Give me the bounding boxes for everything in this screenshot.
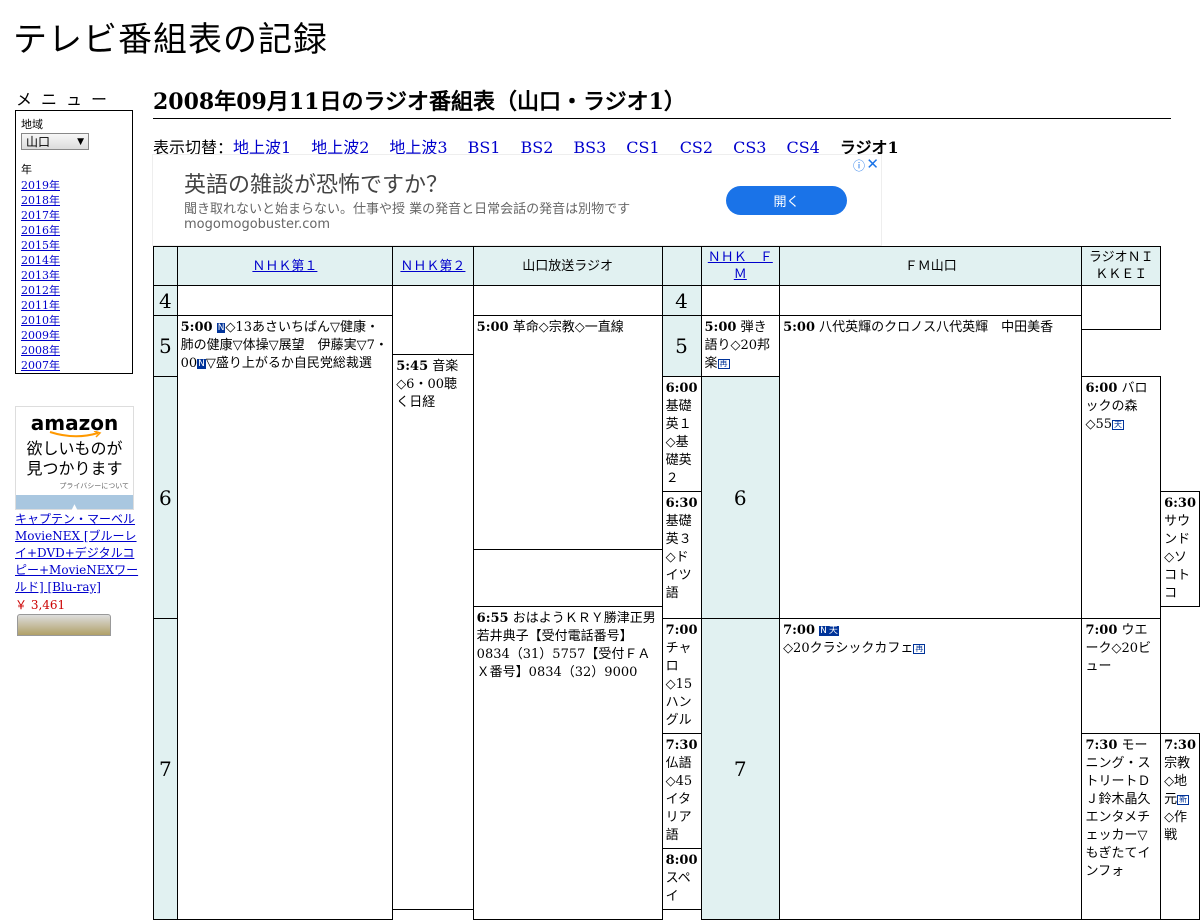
channel-header: ＦＭ山口: [779, 246, 1083, 286]
year-link[interactable]: 2008年: [21, 343, 127, 358]
program-cell[interactable]: 7:30 仏語◇45イタリア語: [661, 733, 702, 849]
year-label: 年: [21, 163, 32, 176]
year-link[interactable]: 2017年: [21, 208, 127, 223]
badge: 天: [827, 626, 839, 636]
hour-cell: 5: [661, 315, 702, 377]
ad-tagline-2: 見つかります: [26, 459, 123, 478]
corner-cell: [153, 246, 178, 286]
ad-tagline-1: 欲しいものが: [26, 439, 123, 458]
channel-header: ＮＨＫ第２: [392, 246, 474, 286]
year-link[interactable]: 2014年: [21, 253, 127, 268]
program-cell[interactable]: 6:00 バロックの森◇55 天: [1081, 376, 1162, 619]
ad-banner[interactable]: 英語の雑談が恐怖ですか？ 聞き取れないと始まらない。仕事や授 業の発音と日常会話…: [153, 155, 881, 245]
hour-cell: 5: [153, 315, 178, 377]
empty-slot: [1081, 285, 1162, 330]
menu-box: 地域 山口 ▼ 年 2019年 2018年 2017年 2016年 2015年 …: [15, 110, 133, 374]
banner-open-button[interactable]: 開く: [726, 186, 847, 215]
badge: 再: [913, 644, 926, 654]
channel-header: 山口放送ラジオ: [472, 246, 663, 286]
program-cell[interactable]: 7:30 モーニング・ストリートＤＪ鈴木晶久エンタメチェッカー▽もぎたてインフォ: [1081, 733, 1162, 920]
empty-slot: [392, 285, 474, 355]
schedule-table: ＮＨＫ第１ ＮＨＫ第２ 山口放送ラジオ ＮＨＫ ＦＭ ＦＭ山口 ラジオＮＩＫＫＥ…: [153, 246, 1200, 920]
channel-header: ＮＨＫ第１: [176, 246, 394, 286]
menu-heading: メニュー: [16, 90, 117, 109]
year-link[interactable]: 2016年: [21, 223, 127, 238]
channel-link[interactable]: ＮＨＫ第２: [400, 259, 465, 274]
program-cell[interactable]: 6:30 サウンド◇ソコトコ: [1160, 491, 1200, 607]
hour-cell: 6: [153, 376, 178, 619]
program-cell[interactable]: 5:00 弾き語り◇20邦楽再: [700, 315, 781, 377]
close-icon[interactable]: ✕: [866, 155, 879, 173]
year-list: 年 2019年 2018年 2017年 2016年 2015年 2014年 20…: [21, 161, 127, 373]
privacy-link[interactable]: プライバシーについて: [16, 481, 133, 491]
program-cell[interactable]: 7:00 ウエーク◇20ビュー: [1081, 618, 1162, 734]
program-cell[interactable]: 7:30 宗教◇地元 新◇作戦: [1160, 733, 1200, 920]
year-link[interactable]: 2019年: [21, 178, 127, 193]
badge: 天: [1112, 420, 1124, 430]
amazon-ad[interactable]: amazon 欲しいものが 見つかります プライバシーについて ▲: [15, 406, 134, 513]
program-cell[interactable]: 6:30 基礎英３◇ドイツ語: [661, 491, 702, 619]
year-link[interactable]: 2007年: [21, 358, 127, 373]
program-cell[interactable]: 6:55 おはようＫＲＹ勝津正男 若井典子【受付電話番号】0834（31）575…: [472, 606, 669, 920]
channel-header: ＮＨＫ ＦＭ: [700, 246, 781, 286]
year-link[interactable]: 2018年: [21, 193, 127, 208]
hour-cell: 7: [700, 618, 781, 920]
site-title: テレビ番組表の記録: [13, 20, 328, 60]
page-title: 2008年09月11日のラジオ番組表（山口・ラジオ1）: [153, 84, 1171, 119]
info-icon[interactable]: ⓘ: [853, 157, 865, 174]
badge: 新: [1177, 795, 1190, 805]
region-select[interactable]: 山口 ▼: [21, 133, 89, 150]
program-cell[interactable]: 5:00 八代英輝のクロノス八代英輝 中田美香: [779, 315, 1083, 619]
channel-link[interactable]: ＮＨＫ第１: [252, 259, 317, 274]
hour-cell: 7: [153, 618, 178, 920]
hour-cell: 4: [153, 285, 178, 316]
year-link[interactable]: 2012年: [21, 283, 127, 298]
program-cell[interactable]: 8:00 スペイ: [661, 848, 702, 910]
program-cell[interactable]: 7:00 N 天 ◇20クラシックカフェ再: [779, 618, 1083, 920]
corner-cell: [661, 246, 702, 286]
region-select-value: 山口: [26, 135, 51, 149]
hour-cell: 4: [661, 285, 702, 316]
badge: 再: [717, 359, 730, 369]
empty-slot: [700, 285, 781, 316]
product-price: ￥ 3,461: [15, 598, 66, 612]
channel-header: ラジオＮＩＫＫＥＩ: [1081, 246, 1162, 286]
chevron-down-icon: ▼: [77, 136, 84, 147]
empty-slot: [779, 285, 1083, 316]
badge: N: [819, 626, 828, 636]
program-cell[interactable]: 5:00 N◇13あさいちばん▽健康・肺の健康▽体操▽展望 伊藤実▽7・00N▽…: [176, 315, 394, 920]
banner-headline: 英語の雑談が恐怖ですか？: [184, 173, 449, 198]
year-link[interactable]: 2013年: [21, 268, 127, 283]
program-cell[interactable]: 7:00 チャロ◇15ハングル: [661, 618, 702, 734]
year-link[interactable]: 2010年: [21, 313, 127, 328]
hour-cell: 6: [700, 376, 781, 619]
ad-footer-bar: ▲: [16, 495, 133, 513]
year-link[interactable]: 2009年: [21, 328, 127, 343]
program-cell[interactable]: 6:00 基礎英１◇基礎英２: [661, 376, 702, 492]
product-thumbnail[interactable]: [17, 614, 111, 636]
amazon-logo: amazon: [30, 411, 119, 435]
year-link[interactable]: 2015年: [21, 238, 127, 253]
program-cell[interactable]: 5:00 革命◇宗教◇一直線: [472, 315, 663, 550]
banner-url: mogomogobuster.com: [184, 217, 331, 232]
program-cell[interactable]: 5:45 音楽◇6・00聴く日経: [392, 354, 474, 910]
region-label: 地域: [21, 118, 43, 131]
empty-slot: [472, 285, 663, 316]
product-link[interactable]: キャプテン・マーベル MovieNEX [ブルーレイ+DVD+デジタルコピー+M…: [15, 511, 140, 596]
channel-link[interactable]: ＮＨＫ ＦＭ: [708, 250, 773, 282]
empty-slot: [176, 285, 394, 316]
badge: N: [197, 359, 206, 369]
year-link[interactable]: 2011年: [21, 298, 127, 313]
banner-subtext: 聞き取れないと始まらない。仕事や授 業の発音と日常会話の発音は別物です: [184, 202, 631, 217]
